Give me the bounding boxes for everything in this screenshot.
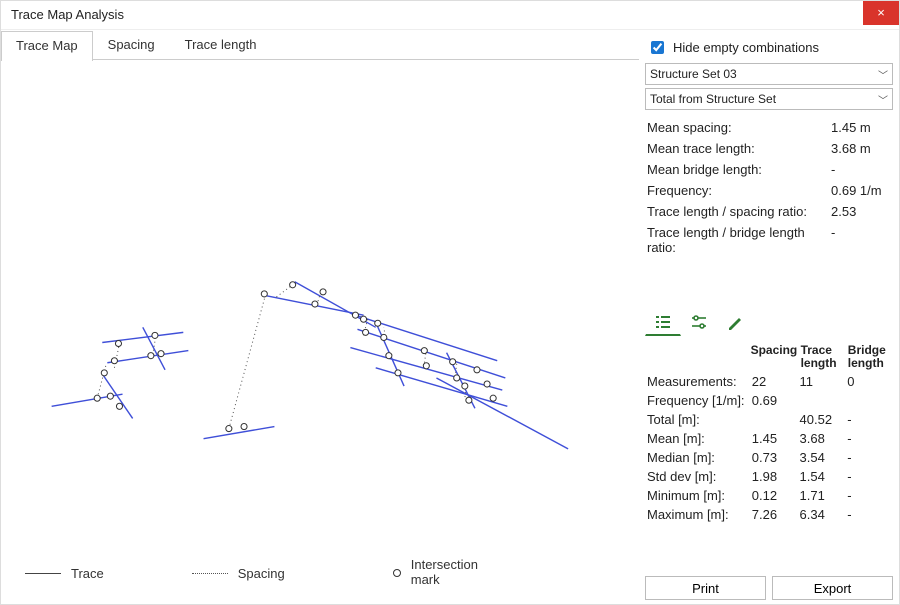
tab-trace-length[interactable]: Trace length	[170, 30, 272, 60]
chevron-down-icon: ﹀	[878, 67, 888, 82]
stat-label: Mean bridge length:	[647, 162, 762, 177]
stat-value: -	[831, 162, 891, 177]
table-header: Trace length	[799, 342, 846, 372]
table-row: Total [m]:40.52-	[645, 410, 893, 429]
table-row: Maximum [m]:7.266.34-	[645, 505, 893, 524]
stat-label: Mean spacing:	[647, 120, 732, 135]
close-icon: ×	[877, 5, 885, 20]
hide-empty-checkbox[interactable]	[651, 41, 664, 54]
titlebar: Trace Map Analysis ×	[1, 1, 899, 29]
pencil-icon	[726, 313, 744, 331]
legend-intersection: Intersection mark	[411, 558, 501, 588]
stat-value: 2.53	[831, 204, 891, 219]
trace-line-icon	[25, 573, 61, 574]
table-row: Minimum [m]:0.121.71-	[645, 486, 893, 505]
stat-value: 0.69 1/m	[831, 183, 891, 198]
window-title: Trace Map Analysis	[11, 7, 124, 22]
legend-trace: Trace	[71, 566, 104, 581]
table-header: Spacing	[749, 342, 799, 372]
stat-value: 1.45 m	[831, 120, 891, 135]
tab-trace-map[interactable]: Trace Map	[1, 31, 93, 61]
table-row: Measurements:22110	[645, 372, 893, 391]
stat-label: Frequency:	[647, 183, 712, 198]
table-row: Std dev [m]:1.981.54-	[645, 467, 893, 486]
stat-label: Trace length / spacing ratio:	[647, 204, 807, 219]
print-button[interactable]: Print	[645, 576, 766, 600]
legend-spacing: Spacing	[238, 566, 285, 581]
edit-view-button[interactable]	[717, 308, 753, 336]
stat-label: Trace length / bridge length ratio:	[647, 225, 831, 255]
trace-map-plot	[1, 60, 639, 544]
table-row: Median [m]:0.733.54-	[645, 448, 893, 467]
source-value: Total from Structure Set	[650, 92, 776, 106]
source-select[interactable]: Total from Structure Set ﹀	[645, 88, 893, 110]
list-icon	[654, 313, 672, 331]
structure-set-select[interactable]: Structure Set 03 ﹀	[645, 63, 893, 85]
stat-label: Mean trace length:	[647, 141, 755, 156]
stats-toolbar	[645, 308, 893, 336]
spacing-line-icon	[192, 573, 228, 574]
summary-stats: Mean spacing: 1.45 m Mean trace length: 3.…	[645, 117, 893, 258]
sliders-icon	[690, 313, 708, 331]
table-row: Mean [m]:1.453.68-	[645, 429, 893, 448]
legend: Trace Spacing Intersection mark	[1, 544, 639, 604]
table-view-button[interactable]	[645, 308, 681, 336]
table-header	[645, 342, 749, 372]
stat-value: -	[831, 225, 891, 255]
table-header: Bridge length	[846, 342, 893, 372]
tabs: Trace Map Spacing Trace length	[1, 30, 639, 60]
intersection-mark-icon	[393, 569, 401, 577]
stats-table: Spacing Trace length Bridge length Measu…	[645, 342, 893, 524]
chevron-down-icon: ﹀	[878, 92, 888, 107]
close-button[interactable]: ×	[863, 1, 899, 25]
tab-spacing[interactable]: Spacing	[93, 30, 170, 60]
stat-value: 3.68 m	[831, 141, 891, 156]
export-button[interactable]: Export	[772, 576, 893, 600]
hide-empty-label: Hide empty combinations	[673, 40, 819, 55]
table-row: Frequency [1/m]:0.69	[645, 391, 893, 410]
structure-set-value: Structure Set 03	[650, 67, 737, 81]
settings-view-button[interactable]	[681, 308, 717, 336]
